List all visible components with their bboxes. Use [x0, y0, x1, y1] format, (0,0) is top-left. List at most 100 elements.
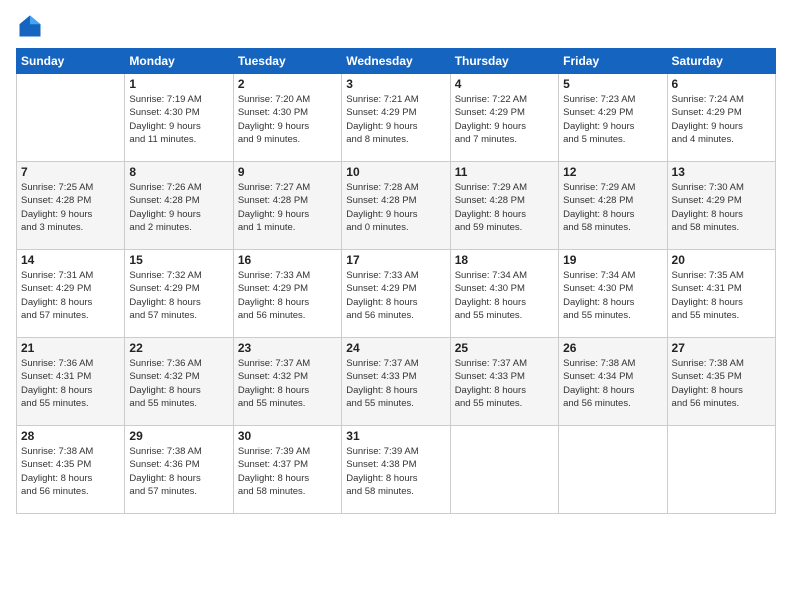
day-number: 17: [346, 253, 445, 267]
day-number: 19: [563, 253, 662, 267]
day-number: 9: [238, 165, 337, 179]
calendar-cell: 11 Sunrise: 7:29 AMSunset: 4:28 PMDayligh…: [450, 162, 558, 250]
day-info: Sunrise: 7:25 AMSunset: 4:28 PMDaylight:…: [21, 181, 120, 234]
logo: [16, 12, 48, 40]
header: [16, 12, 776, 40]
day-number: 28: [21, 429, 120, 443]
calendar-cell: 14Sunrise: 7:31 AMSunset: 4:29 PMDayligh…: [17, 250, 125, 338]
day-info: Sunrise: 7:26 AMSunset: 4:28 PMDaylight:…: [129, 181, 228, 234]
day-info: Sunrise: 7:29 AMSunset: 4:28 PMDaylight:…: [455, 181, 554, 234]
calendar-cell: 6 Sunrise: 7:24 AMSunset: 4:29 PMDaylight…: [667, 74, 775, 162]
day-info: Sunrise: 7:29 AMSunset: 4:28 PMDaylight:…: [563, 181, 662, 234]
day-info: Sunrise: 7:30 AMSunset: 4:29 PMDaylight:…: [672, 181, 771, 234]
day-number: 10: [346, 165, 445, 179]
calendar-cell: 7 Sunrise: 7:25 AMSunset: 4:28 PMDaylight…: [17, 162, 125, 250]
page-container: SundayMondayTuesdayWednesdayThursdayFrid…: [0, 0, 792, 522]
day-info: Sunrise: 7:33 AMSunset: 4:29 PMDaylight:…: [238, 269, 337, 322]
day-number: 18: [455, 253, 554, 267]
day-header-saturday: Saturday: [667, 49, 775, 74]
day-number: 4: [455, 77, 554, 91]
day-number: 1: [129, 77, 228, 91]
day-info: Sunrise: 7:32 AMSunset: 4:29 PMDaylight:…: [129, 269, 228, 322]
day-number: 8: [129, 165, 228, 179]
day-number: 7: [21, 165, 120, 179]
day-number: 11: [455, 165, 554, 179]
day-info: Sunrise: 7:38 AMSunset: 4:34 PMDaylight:…: [563, 357, 662, 410]
day-number: 12: [563, 165, 662, 179]
day-header-wednesday: Wednesday: [342, 49, 450, 74]
calendar-cell: 29Sunrise: 7:38 AMSunset: 4:36 PMDayligh…: [125, 426, 233, 514]
day-number: 30: [238, 429, 337, 443]
day-info: Sunrise: 7:38 AMSunset: 4:35 PMDaylight:…: [672, 357, 771, 410]
day-header-thursday: Thursday: [450, 49, 558, 74]
day-number: 15: [129, 253, 228, 267]
day-info: Sunrise: 7:39 AMSunset: 4:37 PMDaylight:…: [238, 445, 337, 498]
day-info: Sunrise: 7:20 AMSunset: 4:30 PMDaylight:…: [238, 93, 337, 146]
day-number: 5: [563, 77, 662, 91]
calendar-cell: 8 Sunrise: 7:26 AMSunset: 4:28 PMDaylight…: [125, 162, 233, 250]
calendar-cell: 18 Sunrise: 7:34 AMSunset: 4:30 PMDayligh…: [450, 250, 558, 338]
week-row-1: 1 Sunrise: 7:19 AMSunset: 4:30 PMDaylight…: [17, 74, 776, 162]
day-info: Sunrise: 7:33 AMSunset: 4:29 PMDaylight:…: [346, 269, 445, 322]
day-info: Sunrise: 7:37 AMSunset: 4:33 PMDaylight:…: [455, 357, 554, 410]
day-info: Sunrise: 7:21 AMSunset: 4:29 PMDaylight:…: [346, 93, 445, 146]
day-info: Sunrise: 7:36 AMSunset: 4:31 PMDaylight:…: [21, 357, 120, 410]
day-info: Sunrise: 7:19 AMSunset: 4:30 PMDaylight:…: [129, 93, 228, 146]
calendar-cell: 22 Sunrise: 7:36 AMSunset: 4:32 PMDayligh…: [125, 338, 233, 426]
day-header-friday: Friday: [559, 49, 667, 74]
day-header-tuesday: Tuesday: [233, 49, 341, 74]
calendar-cell: 3 Sunrise: 7:21 AMSunset: 4:29 PMDaylight…: [342, 74, 450, 162]
day-info: Sunrise: 7:37 AMSunset: 4:33 PMDaylight:…: [346, 357, 445, 410]
calendar-cell: 5Sunrise: 7:23 AMSunset: 4:29 PMDaylight…: [559, 74, 667, 162]
day-number: 26: [563, 341, 662, 355]
calendar-cell: 10 Sunrise: 7:28 AMSunset: 4:28 PMDayligh…: [342, 162, 450, 250]
day-info: Sunrise: 7:22 AMSunset: 4:29 PMDaylight:…: [455, 93, 554, 146]
calendar-cell: [17, 74, 125, 162]
day-number: 22: [129, 341, 228, 355]
week-row-4: 21 Sunrise: 7:36 AMSunset: 4:31 PMDayligh…: [17, 338, 776, 426]
day-info: Sunrise: 7:35 AMSunset: 4:31 PMDaylight:…: [672, 269, 771, 322]
day-number: 20: [672, 253, 771, 267]
calendar-cell: 31 Sunrise: 7:39 AMSunset: 4:38 PMDayligh…: [342, 426, 450, 514]
calendar-cell: 23Sunrise: 7:37 AMSunset: 4:32 PMDayligh…: [233, 338, 341, 426]
day-number: 16: [238, 253, 337, 267]
week-row-3: 14Sunrise: 7:31 AMSunset: 4:29 PMDayligh…: [17, 250, 776, 338]
day-info: Sunrise: 7:38 AMSunset: 4:35 PMDaylight:…: [21, 445, 120, 498]
calendar-cell: 26 Sunrise: 7:38 AMSunset: 4:34 PMDayligh…: [559, 338, 667, 426]
day-number: 24: [346, 341, 445, 355]
day-info: Sunrise: 7:27 AMSunset: 4:28 PMDaylight:…: [238, 181, 337, 234]
day-number: 6: [672, 77, 771, 91]
day-number: 2: [238, 77, 337, 91]
day-info: Sunrise: 7:37 AMSunset: 4:32 PMDaylight:…: [238, 357, 337, 410]
calendar-cell: 30 Sunrise: 7:39 AMSunset: 4:37 PMDayligh…: [233, 426, 341, 514]
day-number: 29: [129, 429, 228, 443]
calendar-cell: 19Sunrise: 7:34 AMSunset: 4:30 PMDayligh…: [559, 250, 667, 338]
day-number: 21: [21, 341, 120, 355]
calendar-cell: 21 Sunrise: 7:36 AMSunset: 4:31 PMDayligh…: [17, 338, 125, 426]
day-info: Sunrise: 7:36 AMSunset: 4:32 PMDaylight:…: [129, 357, 228, 410]
day-number: 3: [346, 77, 445, 91]
week-row-2: 7 Sunrise: 7:25 AMSunset: 4:28 PMDaylight…: [17, 162, 776, 250]
day-info: Sunrise: 7:31 AMSunset: 4:29 PMDaylight:…: [21, 269, 120, 322]
logo-icon: [16, 12, 44, 40]
calendar: SundayMondayTuesdayWednesdayThursdayFrid…: [16, 48, 776, 514]
calendar-cell: 2 Sunrise: 7:20 AMSunset: 4:30 PMDaylight…: [233, 74, 341, 162]
day-number: 31: [346, 429, 445, 443]
header-row: SundayMondayTuesdayWednesdayThursdayFrid…: [17, 49, 776, 74]
calendar-cell: 4 Sunrise: 7:22 AMSunset: 4:29 PMDaylight…: [450, 74, 558, 162]
day-info: Sunrise: 7:24 AMSunset: 4:29 PMDaylight:…: [672, 93, 771, 146]
calendar-cell: 25Sunrise: 7:37 AMSunset: 4:33 PMDayligh…: [450, 338, 558, 426]
day-info: Sunrise: 7:28 AMSunset: 4:28 PMDaylight:…: [346, 181, 445, 234]
calendar-cell: [559, 426, 667, 514]
calendar-cell: 12 Sunrise: 7:29 AMSunset: 4:28 PMDayligh…: [559, 162, 667, 250]
day-info: Sunrise: 7:39 AMSunset: 4:38 PMDaylight:…: [346, 445, 445, 498]
day-info: Sunrise: 7:34 AMSunset: 4:30 PMDaylight:…: [455, 269, 554, 322]
day-header-monday: Monday: [125, 49, 233, 74]
calendar-cell: 27Sunrise: 7:38 AMSunset: 4:35 PMDayligh…: [667, 338, 775, 426]
calendar-cell: [450, 426, 558, 514]
calendar-cell: 20 Sunrise: 7:35 AMSunset: 4:31 PMDayligh…: [667, 250, 775, 338]
calendar-cell: 28 Sunrise: 7:38 AMSunset: 4:35 PMDayligh…: [17, 426, 125, 514]
calendar-cell: 24 Sunrise: 7:37 AMSunset: 4:33 PMDayligh…: [342, 338, 450, 426]
calendar-cell: 16 Sunrise: 7:33 AMSunset: 4:29 PMDayligh…: [233, 250, 341, 338]
calendar-cell: 9 Sunrise: 7:27 AMSunset: 4:28 PMDaylight…: [233, 162, 341, 250]
